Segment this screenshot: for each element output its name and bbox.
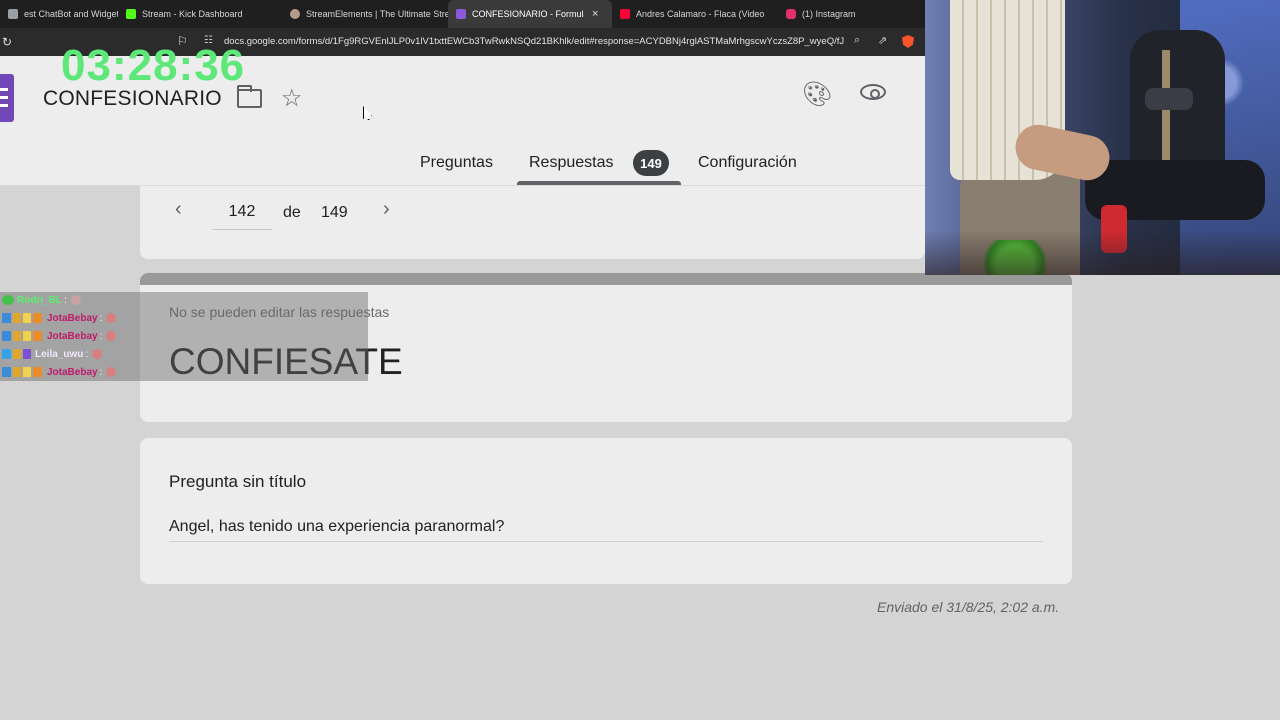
chat-badge-icon <box>2 295 14 305</box>
chat-username: Rodri_BL <box>17 294 62 306</box>
chat-emote-icon <box>92 349 103 359</box>
tab-label: StreamElements | The Ultimate Stre <box>306 9 448 19</box>
chat-colon: : <box>99 330 103 342</box>
submitted-timestamp: Enviado el 31/8/25, 2:02 a.m. <box>877 599 1060 615</box>
browser-tab-active[interactable]: CONFESIONARIO - Formulario × <box>448 0 612 28</box>
chat-username: Leila_uwu <box>35 348 84 360</box>
folder-icon[interactable] <box>237 85 262 108</box>
tab-label: Andres Calamaro - Flaca (Video <box>636 9 765 19</box>
form-tabs: Preguntas Respuestas 149 Configuración <box>0 148 925 186</box>
response-number-input[interactable]: 142 <box>212 200 272 230</box>
chat-emote-icon <box>106 331 117 341</box>
chat-emote-icon <box>106 313 117 323</box>
chat-message: Rodri_BL : <box>2 292 81 308</box>
question-title: Pregunta sin título <box>169 472 307 491</box>
webcam-floor-shadow <box>925 230 1280 275</box>
question-card: Pregunta sin título Angel, has tenido un… <box>140 438 1072 584</box>
tab-favicon <box>8 9 18 19</box>
tab-label: est ChatBot and Widgets for K <box>24 9 118 19</box>
chat-badge-icon <box>2 349 32 359</box>
response-total: 149 <box>321 204 348 221</box>
url-field[interactable]: docs.google.com/forms/d/1Fg9RGVEnlJLP0v1… <box>224 36 844 47</box>
browser-tab-strip: est ChatBot and Widgets for K Stream - K… <box>0 0 925 28</box>
star-icon[interactable]: ☆ <box>281 84 303 113</box>
reload-icon[interactable]: ↻ <box>2 35 16 49</box>
tab-favicon <box>290 9 300 19</box>
tab-respuestas[interactable]: Respuestas <box>529 154 614 172</box>
active-tab-indicator <box>517 181 681 185</box>
chat-username: JotaBebay <box>47 312 98 324</box>
tab-favicon <box>456 9 466 19</box>
webcam-feed <box>925 0 1280 275</box>
browser-tab[interactable]: StreamElements | The Ultimate Stre <box>282 0 448 28</box>
tab-configuracion[interactable]: Configuración <box>698 154 797 172</box>
browser-tab[interactable]: est ChatBot and Widgets for K <box>0 0 118 28</box>
chat-message: JotaBebay : <box>2 310 117 326</box>
share-icon[interactable]: ⇗ <box>878 34 887 47</box>
tab-label: Stream - Kick Dashboard <box>142 9 243 19</box>
chat-badge-icon <box>2 313 44 323</box>
chat-username: JotaBebay <box>47 330 98 342</box>
chat-colon: : <box>85 348 89 360</box>
chat-colon: : <box>99 312 103 324</box>
tab-preguntas[interactable]: Preguntas <box>420 154 493 172</box>
chevron-right-icon[interactable]: › <box>383 198 390 221</box>
palette-icon[interactable]: 🎨︎ <box>802 80 832 109</box>
tab-label: CONFESIONARIO - Formulario <box>472 9 584 19</box>
chat-emote-icon <box>106 367 117 377</box>
question-answer: Angel, has tenido una experiencia parano… <box>169 518 1043 542</box>
responses-count-badge: 149 <box>633 150 669 176</box>
eye-icon[interactable] <box>860 84 886 100</box>
stream-timer: 03:28:36 <box>61 41 246 90</box>
tab-favicon <box>786 9 796 19</box>
browser-tab[interactable]: Stream - Kick Dashboard <box>118 0 282 28</box>
chat-colon: : <box>64 294 67 306</box>
chat-colon: : <box>99 366 103 378</box>
chat-message: JotaBebay : <box>2 364 117 380</box>
brave-shield-icon[interactable] <box>902 35 914 48</box>
browser-tab[interactable]: Andres Calamaro - Flaca (Video <box>612 0 778 28</box>
response-navigator: ‹ 142 de 149 › <box>140 186 925 259</box>
tab-favicon <box>126 9 136 19</box>
tab-label: (1) Instagram <box>802 9 856 19</box>
chat-badge-icon <box>2 367 44 377</box>
chat-emote-icon <box>70 295 81 305</box>
zoom-icon[interactable]: ⌕ <box>854 34 860 47</box>
chat-message: JotaBebay : <box>2 328 117 344</box>
stream-chat-overlay: Rodri_BL : JotaBebay : JotaBebay : Leila… <box>0 292 368 381</box>
close-tab-icon[interactable]: × <box>592 8 598 20</box>
chevron-left-icon[interactable]: ‹ <box>175 198 182 221</box>
chat-message: Leila_uwu : <box>2 346 103 362</box>
form-title[interactable]: CONFESIONARIO <box>43 87 222 111</box>
chat-username: JotaBebay <box>47 366 98 378</box>
response-separator: de <box>283 204 301 221</box>
forms-logo-icon[interactable] <box>0 74 14 122</box>
browser-tab[interactable]: (1) Instagram <box>778 0 925 28</box>
tab-favicon <box>620 9 630 19</box>
chat-badge-icon <box>2 331 44 341</box>
